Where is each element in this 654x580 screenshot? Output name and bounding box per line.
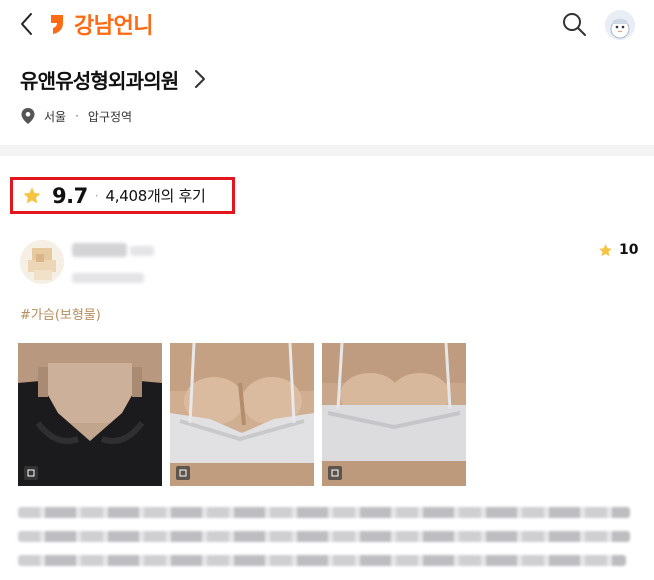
review-photo-image (18, 343, 162, 486)
location-pin-icon (21, 108, 35, 124)
clinic-title-link[interactable]: 유앤유성형외과의원 (20, 62, 208, 96)
review-score: 10 (598, 240, 638, 260)
review-score-value: 10 (619, 242, 639, 258)
clinic-location: 서울 · 압구정역 (20, 104, 132, 128)
section-divider (0, 145, 654, 156)
rating-separator: · (94, 188, 99, 203)
star-icon (23, 187, 41, 203)
review-photo[interactable] (170, 343, 314, 486)
top-app-bar: 강남언니 (0, 0, 654, 52)
blurred-text-line (18, 555, 626, 566)
app-logo[interactable]: 강남언니 (50, 9, 153, 39)
star-icon (599, 243, 612, 256)
avatar-icon (20, 240, 64, 284)
review-photo-image (170, 343, 314, 486)
rating-score: 9.7 (52, 183, 88, 208)
profile-avatar-button[interactable] (605, 10, 635, 40)
location-area: 압구정역 (87, 109, 133, 124)
review-photo[interactable] (322, 343, 466, 486)
blurred-text-line (18, 507, 630, 518)
review-body-blurred[interactable] (18, 503, 638, 573)
blurred-text-line (18, 531, 630, 542)
review-photo[interactable] (18, 343, 162, 486)
review-count: 4,408개의 후기 (105, 187, 206, 205)
logo-text: 강남언니 (74, 14, 153, 39)
review-photo-image (322, 343, 466, 486)
logo-mark-icon (51, 15, 63, 34)
review-date-blurred (72, 273, 144, 283)
rating-summary[interactable]: 9.7 · 4,408개의 후기 (10, 177, 235, 214)
back-button[interactable] (14, 10, 42, 38)
search-icon (563, 13, 586, 36)
clinic-name: 유앤유성형외과의원 (20, 68, 179, 93)
reviewer-avatar[interactable] (20, 240, 64, 284)
image-badge-icon (24, 466, 38, 480)
avatar-icon (605, 10, 635, 40)
location-separator: · (75, 109, 79, 123)
image-badge-icon (176, 466, 190, 480)
chevron-left-icon (21, 13, 32, 35)
reviewer-badge-blurred (130, 246, 154, 256)
reviewer-name-blurred (72, 243, 127, 257)
search-button[interactable] (560, 10, 588, 38)
image-badge-icon (328, 466, 342, 480)
chevron-right-icon (195, 70, 206, 88)
location-region: 서울 (44, 109, 67, 124)
treatment-tag-link[interactable]: #가슴(보형물) (20, 304, 101, 323)
